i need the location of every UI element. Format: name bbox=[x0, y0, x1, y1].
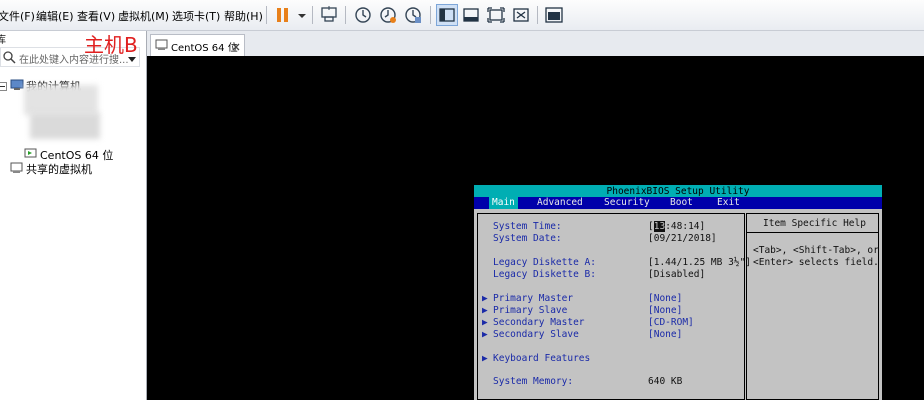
snapshot-icon[interactable] bbox=[352, 4, 374, 26]
bios-menu-main[interactable]: Main bbox=[489, 197, 518, 209]
computer-icon bbox=[10, 79, 24, 94]
redacted-area bbox=[24, 85, 98, 115]
menu-file[interactable]: 文件(F) bbox=[0, 8, 35, 24]
toolbar-separator bbox=[430, 6, 431, 24]
bios-menu-advanced[interactable]: Advanced bbox=[534, 197, 586, 209]
vm-console[interactable]: PhoenixBIOS Setup Utility Main Advanced … bbox=[147, 56, 924, 400]
tab-label: CentOS 64 位 bbox=[171, 43, 238, 54]
fullscreen-icon[interactable] bbox=[485, 4, 507, 26]
pause-icon[interactable] bbox=[272, 4, 294, 26]
tree-item-label: 共享的虚拟机 bbox=[26, 163, 92, 176]
bios-submenu-label[interactable]: Primary Slave bbox=[493, 305, 567, 316]
bios-field-value-rest: :48:14] bbox=[665, 221, 706, 232]
bios-help-panel: Item Specific Help <Tab>, <Shift-Tab>, o… bbox=[746, 213, 879, 400]
bios-field-value[interactable]: [13:48:14] bbox=[648, 221, 705, 232]
help-divider bbox=[747, 232, 878, 233]
toolbar-separator bbox=[537, 6, 538, 24]
bios-submenu-label[interactable]: Secondary Slave bbox=[493, 329, 579, 340]
bios-menu-security[interactable]: Security bbox=[601, 197, 653, 209]
submenu-arrow-icon: ▶ bbox=[482, 353, 488, 364]
manage-snapshots-icon[interactable] bbox=[402, 4, 424, 26]
show-library-icon[interactable] bbox=[436, 4, 458, 26]
bios-field-value[interactable]: [09/21/2018] bbox=[648, 233, 717, 244]
bios-field-value: [None] bbox=[648, 305, 683, 316]
submenu-arrow-icon: ▶ bbox=[482, 329, 488, 340]
bios-submenu-label[interactable]: Secondary Master bbox=[493, 317, 585, 328]
menu-help[interactable]: 帮助(H) bbox=[224, 8, 263, 24]
menu-tabs[interactable]: 选项卡(T) bbox=[172, 8, 220, 24]
bios-field-value: [CD-ROM] bbox=[648, 317, 694, 328]
bios-main-panel: System Time: [13:48:14] System Date: [09… bbox=[477, 213, 751, 400]
bios-field-label: System Date: bbox=[493, 233, 562, 244]
submenu-arrow-icon: ▶ bbox=[482, 317, 488, 328]
bios-field-value: [None] bbox=[648, 329, 683, 340]
bios-field-value: 640 KB bbox=[648, 376, 683, 387]
menu-vm[interactable]: 虚拟机(M) bbox=[118, 8, 169, 24]
close-icon[interactable] bbox=[232, 41, 240, 54]
bios-field-label: System Memory: bbox=[493, 376, 574, 387]
bios-field-label: Legacy Diskette A: bbox=[493, 257, 596, 268]
bios-body: System Time: [13:48:14] System Date: [09… bbox=[474, 209, 882, 400]
bios-cursor-field[interactable]: 13 bbox=[653, 221, 666, 232]
toolbar-separator bbox=[312, 6, 313, 24]
redacted-area bbox=[30, 113, 100, 139]
help-text-line: <Enter> selects field. bbox=[753, 257, 879, 268]
bios-setup-window: PhoenixBIOS Setup Utility Main Advanced … bbox=[474, 185, 882, 400]
bios-menu-exit[interactable]: Exit bbox=[714, 197, 743, 209]
help-text-line: <Tab>, <Shift-Tab>, or bbox=[753, 245, 879, 256]
unity-icon[interactable] bbox=[510, 4, 532, 26]
menu-view[interactable]: 查看(V) bbox=[77, 8, 115, 24]
bios-submenu-label[interactable]: Keyboard Features bbox=[493, 353, 590, 364]
bios-menu-boot[interactable]: Boot bbox=[667, 197, 696, 209]
submenu-arrow-icon: ▶ bbox=[482, 305, 488, 316]
tab-centos[interactable]: CentOS 64 位 bbox=[150, 34, 245, 56]
tab-strip: CentOS 64 位 bbox=[147, 31, 924, 56]
collapse-icon[interactable] bbox=[0, 81, 7, 94]
bios-field-value: [None] bbox=[648, 293, 683, 304]
bios-field-label: Legacy Diskette B: bbox=[493, 269, 596, 280]
bios-submenu-label[interactable]: Primary Master bbox=[493, 293, 573, 304]
bios-menu-bar: Main Advanced Security Boot Exit bbox=[474, 197, 882, 209]
search-icon bbox=[2, 50, 16, 67]
library-sidebar: 库 在此处键入内容进行搜... 我的计算机 CentOS 64 位 共享的虚拟机 bbox=[0, 31, 147, 400]
menu-edit[interactable]: 编辑(E) bbox=[36, 8, 74, 24]
submenu-arrow-icon: ▶ bbox=[482, 293, 488, 304]
help-title: Item Specific Help bbox=[763, 218, 866, 229]
bios-field-value[interactable]: [Disabled] bbox=[648, 269, 705, 280]
annotation-label: 主机B bbox=[84, 33, 138, 57]
menu-bar: 文件(F) 编辑(E) 查看(V) 虚拟机(M) 选项卡(T) 帮助(H) bbox=[0, 0, 924, 31]
revert-snapshot-icon[interactable] bbox=[377, 4, 399, 26]
dropdown-arrow-icon[interactable] bbox=[295, 4, 317, 26]
vm-tab-icon bbox=[155, 39, 169, 54]
send-ctrl-alt-del-icon[interactable] bbox=[318, 4, 340, 26]
console-view-icon[interactable] bbox=[543, 4, 565, 26]
bios-title: PhoenixBIOS Setup Utility bbox=[606, 186, 750, 197]
thumbnail-bar-icon[interactable] bbox=[460, 4, 482, 26]
toolbar-separator bbox=[345, 6, 346, 24]
shared-vm-icon bbox=[10, 162, 24, 177]
toolbar-separator bbox=[266, 6, 267, 24]
bios-field-label: System Time: bbox=[493, 221, 562, 232]
bios-field-value[interactable]: [1.44/1.25 MB 3½"] bbox=[648, 257, 751, 268]
